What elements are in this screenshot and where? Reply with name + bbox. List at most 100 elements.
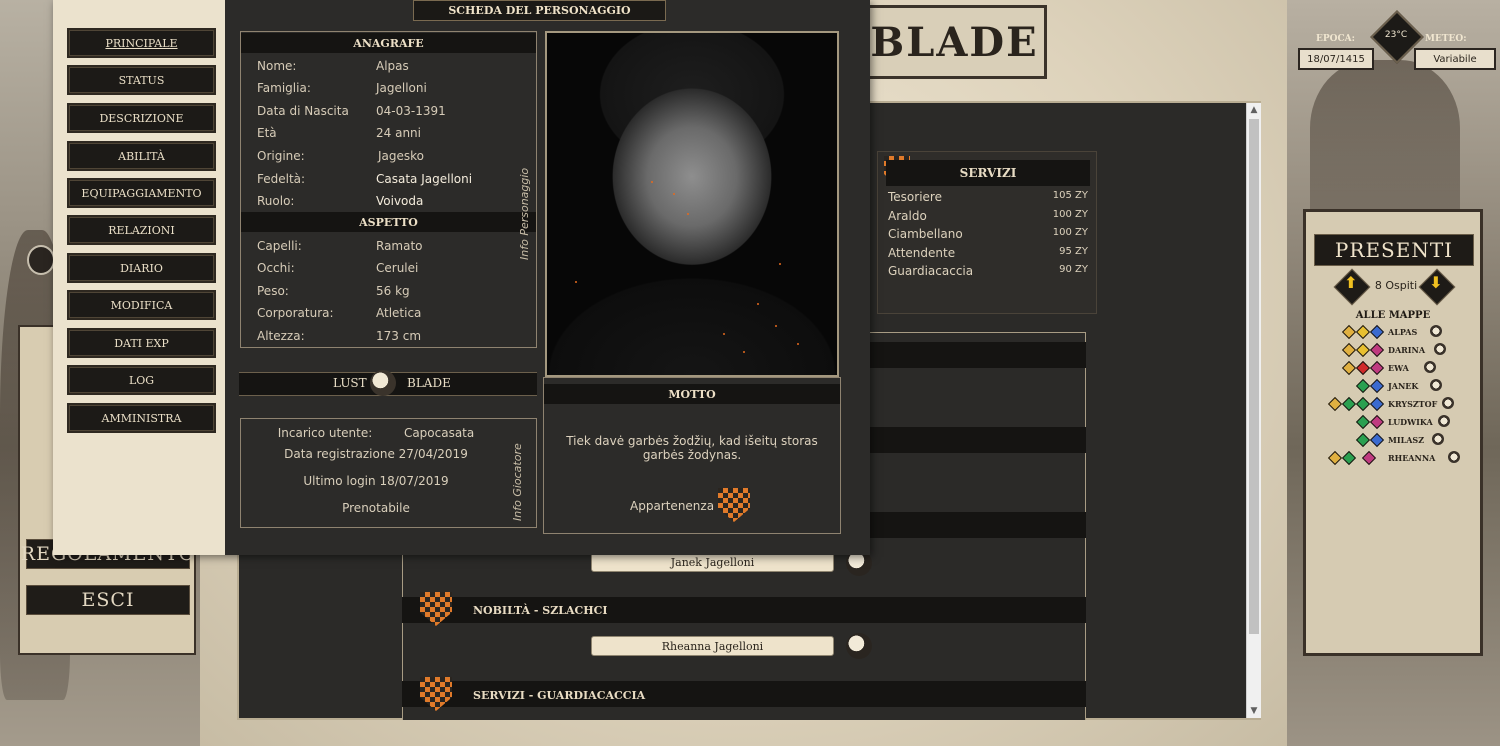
services-title: SERVIZI [886,160,1090,186]
blade-left-text: LUST [333,376,367,390]
gem-icon [1341,360,1357,376]
field-value: Atletica [376,306,422,320]
field-label: Peso: [257,284,289,298]
hand-icon[interactable] [1424,361,1436,373]
background-rider-right [1310,60,1460,230]
gem-icon [1341,342,1357,358]
nav-descrizione[interactable]: DESCRIZIONE [69,105,214,131]
spark [797,343,799,345]
hand-icon[interactable] [1442,397,1454,409]
field-label: Origine: [257,149,305,163]
hand-icon[interactable] [1430,379,1442,391]
gem-icon [1355,378,1371,394]
player-row[interactable]: KRYSZTOF [1306,396,1480,412]
presenti-panel: PRESENTI ⬆ 8 Ospiti ⬇ ALLE MAPPE ALPAS D… [1303,209,1483,656]
side-hand-icon[interactable] [27,245,55,275]
gem-icon [1355,396,1371,412]
epoch-value: 18/07/1415 [1298,48,1374,70]
scroll-up-icon[interactable]: ▲ [1247,103,1261,117]
hand-icon[interactable] [1430,325,1442,337]
info-personaggio-label: Info Personaggio [518,167,531,260]
player-row[interactable]: EWA [1306,360,1480,376]
prenotabile-line: Prenotabile [342,501,410,515]
service-row: Araldo 100 ZY [888,209,1088,223]
spark [723,333,725,335]
gem-icon [1327,450,1343,466]
hand-icon[interactable] [846,633,872,659]
esci-button[interactable]: ESCI [26,585,190,615]
sheet-body: SCHEDA DEL PERSONAGGIO ANAGRAFE Nome: Al… [225,0,870,555]
nav-status[interactable]: STATUS [69,67,214,93]
services-box: SERVIZI Tesoriere 105 ZY Araldo 100 ZY Cia… [877,151,1097,314]
field-label: Altezza: [257,329,305,343]
spark [687,213,689,215]
appartenenza-label: Appartenenza [630,499,715,513]
motto-text: Tiek davė garbės žodžių, kad išeitų stor… [566,434,818,462]
spark [743,351,745,353]
nav-relazioni[interactable]: RELAZIONI [69,217,214,243]
gem-icon [1355,360,1371,376]
player-row[interactable]: JANEK [1306,378,1480,394]
nav-principale[interactable]: PRINCIPALE [69,30,214,56]
player-row[interactable]: LUDWIKA [1306,414,1480,430]
gem-icon [1369,324,1385,340]
service-row: Ciambellano 100 ZY [888,227,1088,241]
service-row: Attendente 95 ZY [888,246,1088,260]
nav-abilita[interactable]: ABILITÀ [69,143,214,169]
player-row[interactable]: ALPAS [1306,324,1480,340]
gem-icon [1355,432,1371,448]
nav-log[interactable]: LOG [69,367,214,393]
info-personaggio-box: ANAGRAFE Nome: Alpas Famiglia: Jagelloni… [240,31,537,348]
login-line: Ultimo login 18/07/2019 [303,474,449,488]
service-row: Guardiacaccia 90 ZY [888,264,1088,278]
field-value: Ramato [376,239,423,253]
aspetto-title: ASPETTO [241,212,536,232]
field-value: Alpas [376,59,409,73]
gem-icon [1341,450,1357,466]
banner-title: BLADE [870,18,1039,66]
epoch-label: EPOCA: [1316,34,1355,44]
field-label: Età [257,126,277,140]
nav-equipaggiamento[interactable]: EQUIPAGGIAMENTO [69,180,214,206]
character-sheet-modal: PRINCIPALE STATUS DESCRIZIONE ABILITÀ EQ… [53,0,870,555]
nav-modifica[interactable]: MODIFICA [69,292,214,318]
nav-amministra[interactable]: AMMINISTRA [69,405,214,431]
hand-icon[interactable] [1432,433,1444,445]
gem-icon [1341,324,1357,340]
gem-icon [1327,396,1343,412]
field-label: Capelli: [257,239,302,253]
player-row[interactable]: DARINA [1306,342,1480,358]
anagrafe-title: ANAGRAFE [241,33,536,53]
scroll-down-icon[interactable]: ▼ [1247,704,1261,718]
gem-icon [1355,414,1371,430]
player-row[interactable]: MILASZ [1306,432,1480,448]
main-scrollbar[interactable]: ▲ ▼ [1246,103,1261,718]
field-value: Jagesko [378,149,425,163]
nav-diario[interactable]: DIARIO [69,255,214,281]
field-label: Nome: [257,59,297,73]
house-shield-icon[interactable] [718,488,750,522]
nav-dati-exp[interactable]: DATI EXP [69,330,214,356]
hand-icon[interactable] [1448,451,1460,463]
field-value: Voivoda [376,194,424,208]
gem-icon [1369,342,1385,358]
temperature-value: 23°C [1384,30,1408,40]
spark [779,263,781,265]
member-name-pill[interactable]: Janek Jagelloni [591,552,834,572]
incarico-line: Incarico utente: Capocasata [277,426,475,440]
spark [651,181,653,183]
arrow-down-icon[interactable]: ⬇ [1424,273,1448,292]
field-value: Casata Jagelloni [376,172,473,186]
player-row[interactable]: RHEANNA [1306,450,1480,466]
blade-strip: LUST BLADE [239,370,537,396]
info-giocatore-label: Info Giocatore [511,443,524,521]
field-value: 173 cm [376,329,422,343]
member-name-pill[interactable]: Rheanna Jagelloni [591,636,834,656]
hand-icon[interactable] [1438,415,1450,427]
field-value: 04-03-1391 [376,104,446,118]
scroll-thumb[interactable] [1249,119,1259,634]
hand-icon[interactable] [1434,343,1446,355]
spark [673,193,675,195]
blade-right-text: BLADE [407,376,451,390]
meteo-label: METEO: [1425,34,1467,44]
